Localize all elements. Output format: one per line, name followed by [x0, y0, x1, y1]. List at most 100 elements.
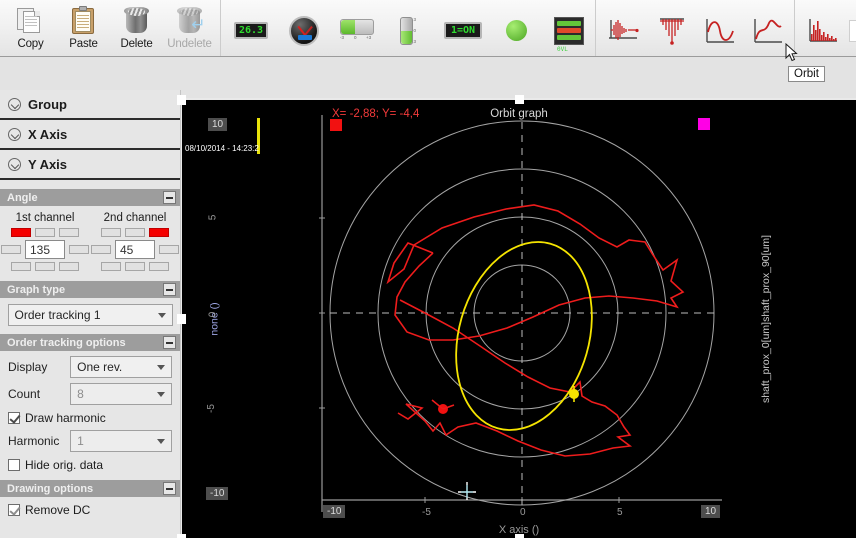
ch1-angle-field[interactable]: 135: [25, 240, 65, 259]
clipboard-group: Copy Paste Delete ↵ Undelete: [0, 0, 221, 56]
led-indicator-icon: [505, 20, 527, 41]
remove-dc-row[interactable]: Remove DC: [0, 497, 180, 517]
harmonic-label: Harmonic: [8, 434, 60, 448]
resize-handle-top-center[interactable]: [515, 95, 524, 104]
resize-handle-bottom-center[interactable]: [515, 534, 524, 538]
angle-section-title: Angle: [7, 191, 38, 204]
horizontal-bar-scale: -3 0 +3: [340, 34, 372, 40]
spectrum-peak-button[interactable]: [650, 9, 694, 53]
paste-button-label: Paste: [69, 38, 98, 50]
copy-button-label: Copy: [17, 38, 44, 50]
order-tracking-section-header: Order tracking options: [0, 334, 180, 351]
curve-plot-button[interactable]: [746, 9, 790, 53]
sidebar-item-x-axis[interactable]: X Axis: [0, 120, 180, 150]
boolean-display-icon: 1=ON: [444, 22, 482, 39]
graph-type-section-title: Graph type: [7, 283, 66, 296]
level-meter-button[interactable]: 0VL: [547, 9, 591, 53]
orbit-trace-lower: [397, 299, 633, 457]
ch2-angle-180[interactable]: [91, 245, 111, 254]
analysis-tools-group: 1/N: [795, 0, 856, 56]
analog-gauge-icon: [289, 15, 319, 46]
graph-type-section-header: Graph type: [0, 281, 180, 298]
undelete-button-label: Undelete: [167, 38, 212, 50]
count-row: Count 8: [0, 378, 180, 405]
ch2-angle-field[interactable]: 45: [115, 240, 155, 259]
remove-dc-checkbox[interactable]: [8, 504, 20, 516]
channel2-angle-grid: 45: [90, 228, 180, 271]
orbit-button[interactable]: [849, 19, 856, 42]
sidebar-item-y-axis[interactable]: Y Axis: [0, 150, 180, 180]
scope-recorder-button[interactable]: [602, 9, 646, 53]
drawing-options-section-header: Drawing options: [0, 480, 180, 497]
ch2-angle-45[interactable]: [149, 228, 169, 237]
hide-orig-row[interactable]: Hide orig. data: [0, 452, 180, 472]
digital-display-button[interactable]: 26.3: [229, 9, 273, 53]
display-select[interactable]: One rev.: [70, 356, 172, 378]
count-label: Count: [8, 387, 41, 401]
delete-button[interactable]: Delete: [110, 2, 163, 55]
orbit-trace: [386, 204, 685, 341]
graph-type-value: Order tracking 1: [14, 308, 101, 322]
sidebar-item-group-label: Group: [28, 96, 67, 112]
ch1-angle-225[interactable]: [11, 262, 31, 271]
ch2-angle-315[interactable]: [149, 262, 169, 271]
ch1-angle-180[interactable]: [1, 245, 21, 254]
count-select[interactable]: 8: [70, 383, 172, 405]
paste-button[interactable]: Paste: [57, 2, 110, 55]
harmonic-row: Harmonic 1: [0, 425, 180, 452]
undelete-icon: ↵: [175, 6, 206, 36]
analog-gauge-button[interactable]: [282, 9, 326, 53]
draw-harmonic-checkbox[interactable]: [8, 412, 20, 424]
ch1-angle-135[interactable]: [11, 228, 31, 237]
graph-type-select[interactable]: Order tracking 1: [7, 304, 173, 326]
ch1-angle-0[interactable]: [69, 245, 89, 254]
curve-plot-icon: [754, 18, 782, 43]
display-value: One rev.: [77, 360, 123, 374]
hide-orig-label: Hide orig. data: [25, 458, 104, 472]
fft-histogram-button[interactable]: [801, 9, 845, 53]
orbit-graph-panel[interactable]: X= -2,88; Y= -4,4 Orbit graph none () sh…: [177, 95, 856, 538]
ch1-angle-315[interactable]: [59, 262, 79, 271]
chevron-down-icon: [157, 364, 165, 370]
angle-channel-titles: 1st channel 2nd channel: [0, 212, 180, 224]
angle-collapse-button[interactable]: [163, 191, 176, 204]
horizontal-bar-button[interactable]: -3 0 +3: [335, 9, 379, 53]
ch2-angle-270[interactable]: [125, 262, 145, 271]
application-window: Copy Paste Delete ↵ Undelete 26.3 -3 0 +…: [0, 0, 856, 538]
hide-orig-checkbox[interactable]: [8, 459, 20, 471]
copy-button[interactable]: Copy: [4, 2, 57, 55]
led-indicator-button[interactable]: [494, 9, 538, 53]
draw-harmonic-row[interactable]: Draw harmonic: [0, 405, 180, 425]
order-tracking-collapse-button[interactable]: [163, 336, 176, 349]
main-toolbar: Copy Paste Delete ↵ Undelete 26.3 -3 0 +…: [0, 0, 856, 57]
angle-section-body: 1st channel 2nd channel 135 45: [0, 206, 180, 275]
resize-handle-bottom-left[interactable]: [177, 534, 186, 538]
order-tracking-section-title: Order tracking options: [7, 336, 126, 349]
harmonic-select[interactable]: 1: [70, 430, 172, 452]
chevron-down-icon: [8, 127, 21, 141]
ch2-angle-135[interactable]: [101, 228, 121, 237]
splitter-handle-middle[interactable]: [177, 314, 186, 323]
ch1-angle-45[interactable]: [59, 228, 79, 237]
ch2-angle-225[interactable]: [101, 262, 121, 271]
boolean-display-button[interactable]: 1=ON: [441, 9, 485, 53]
ch1-angle-270[interactable]: [35, 262, 55, 271]
orbit-tooltip: Orbit: [788, 66, 825, 82]
instruments-group: 26.3 -3 0 +3 3 0 3 1=ON 0VL: [221, 0, 596, 56]
chevron-down-icon: [157, 438, 165, 444]
xy-sine-button[interactable]: [698, 9, 742, 53]
ch2-angle-90[interactable]: [125, 228, 145, 237]
level-meter-icon: 0VL: [554, 16, 584, 53]
delete-button-label: Delete: [120, 38, 153, 50]
ch1-angle-90[interactable]: [35, 228, 55, 237]
ch2-angle-0[interactable]: [159, 245, 179, 254]
drawing-options-collapse-button[interactable]: [163, 482, 176, 495]
sidebar-item-group[interactable]: Group: [0, 90, 180, 120]
undelete-button[interactable]: ↵ Undelete: [163, 2, 216, 55]
xy-sine-icon: [706, 18, 734, 43]
splitter-handle-top[interactable]: [177, 96, 186, 105]
vertical-bar-button[interactable]: 3 0 3: [388, 9, 432, 53]
graph-type-collapse-button[interactable]: [163, 283, 176, 296]
waveform-timestamp: 08/10/2014 - 14:23:2: [185, 144, 259, 153]
copy-icon: [16, 6, 46, 36]
